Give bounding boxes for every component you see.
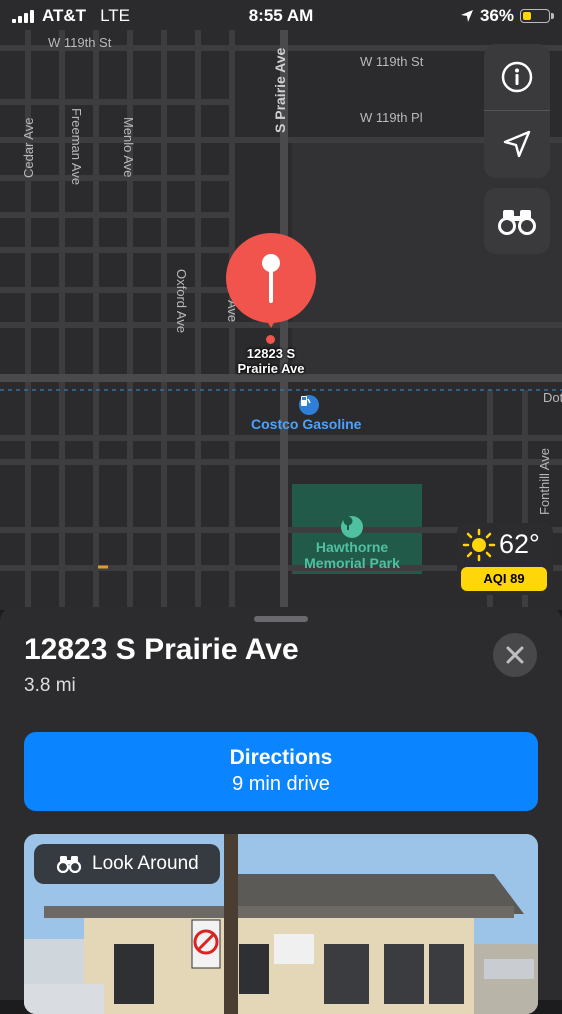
info-icon: [501, 61, 533, 93]
street-label: Freeman Ave: [69, 108, 84, 186]
pin-label-line: 12823 S: [246, 346, 296, 361]
street-label: Oxford Ave: [174, 269, 189, 334]
gas-station-icon[interactable]: [299, 395, 319, 415]
poi-label[interactable]: Costco Gasoline: [251, 416, 361, 432]
map-controls: [484, 44, 550, 178]
map-view[interactable]: W 119th St W 119th St W 119th Pl S Prair…: [0, 0, 562, 610]
info-button[interactable]: [484, 44, 550, 110]
pin-tail: [262, 312, 280, 328]
binoculars-icon: [498, 210, 536, 235]
directions-button[interactable]: Directions 9 min drive: [24, 732, 538, 811]
pin-dot: [266, 335, 275, 344]
street-label: W 119th Pl: [360, 110, 423, 125]
look-around-toggle[interactable]: [484, 188, 550, 254]
fuel-icon: [301, 396, 311, 406]
aqi-badge: AQI 89: [461, 567, 547, 591]
street-label: Menlo Ave: [121, 117, 136, 178]
binoculars-icon: [56, 856, 82, 873]
weather-widget[interactable]: 62° AQI 89: [457, 523, 553, 595]
current-location-button[interactable]: [484, 111, 550, 177]
place-title: 12823 S Prairie Ave: [24, 633, 299, 666]
location-services-icon: [460, 10, 473, 22]
street-label: Cedar Ave: [21, 117, 36, 178]
place-distance: 3.8 mi: [24, 675, 76, 696]
close-icon: [506, 646, 524, 664]
park-label-line: Hawthorne: [315, 539, 389, 555]
sheet-grabber[interactable]: [254, 616, 308, 622]
look-around-preview[interactable]: Look Around: [24, 834, 538, 1014]
status-right: 36%: [460, 6, 554, 26]
pin-icon: [262, 254, 280, 303]
pin-label-line: Prairie Ave: [237, 361, 305, 376]
pin-label: 12823 S Prairie Ave: [220, 346, 322, 376]
sun-icon: [462, 528, 496, 562]
tree-icon: [343, 516, 353, 530]
location-pin[interactable]: [226, 233, 316, 323]
place-card[interactable]: 12823 S Prairie Ave 3.8 mi Directions 9 …: [0, 607, 562, 1014]
street-label: Dot: [543, 390, 562, 405]
park-label-line: Memorial Park: [304, 555, 400, 571]
close-button[interactable]: [493, 633, 537, 677]
battery-fill: [523, 12, 531, 20]
look-around-label: Look Around: [92, 853, 199, 874]
location-arrow-icon: [503, 130, 531, 158]
street-label: W 119th St: [360, 54, 424, 69]
directions-subtitle: 9 min drive: [232, 773, 330, 795]
directions-label: Directions: [229, 746, 333, 769]
look-around-button[interactable]: Look Around: [34, 844, 220, 884]
park-label[interactable]: Hawthorne Memorial Park: [292, 539, 412, 571]
look-around-map-button[interactable]: [484, 188, 550, 254]
street-label: Fonthill Ave: [537, 448, 552, 515]
street-label: W 119th St: [48, 35, 112, 50]
park-icon[interactable]: [341, 516, 363, 538]
temperature: 62°: [499, 529, 540, 559]
battery-percent: 36%: [479, 6, 514, 25]
status-bar: AT&T LTE 8:55 AM 36%: [0, 0, 562, 32]
battery-icon: [520, 9, 554, 23]
street-label: S Prairie Ave: [272, 47, 288, 133]
